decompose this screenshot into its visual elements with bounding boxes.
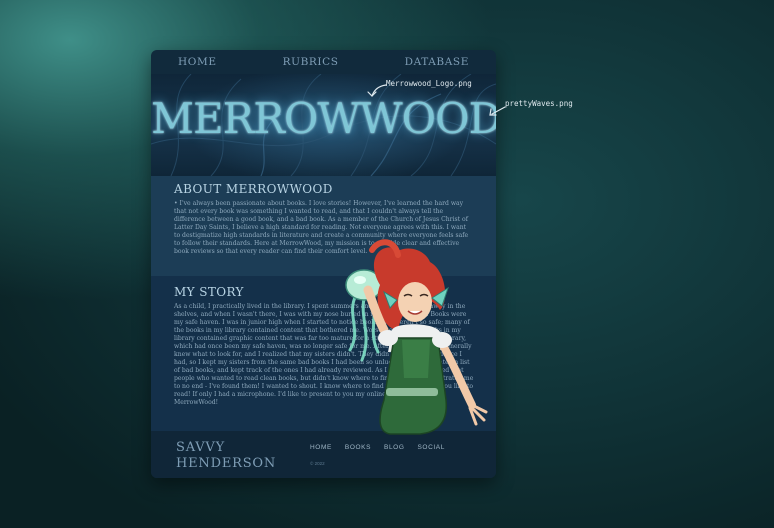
mermaid-character-illustration	[345, 239, 488, 435]
